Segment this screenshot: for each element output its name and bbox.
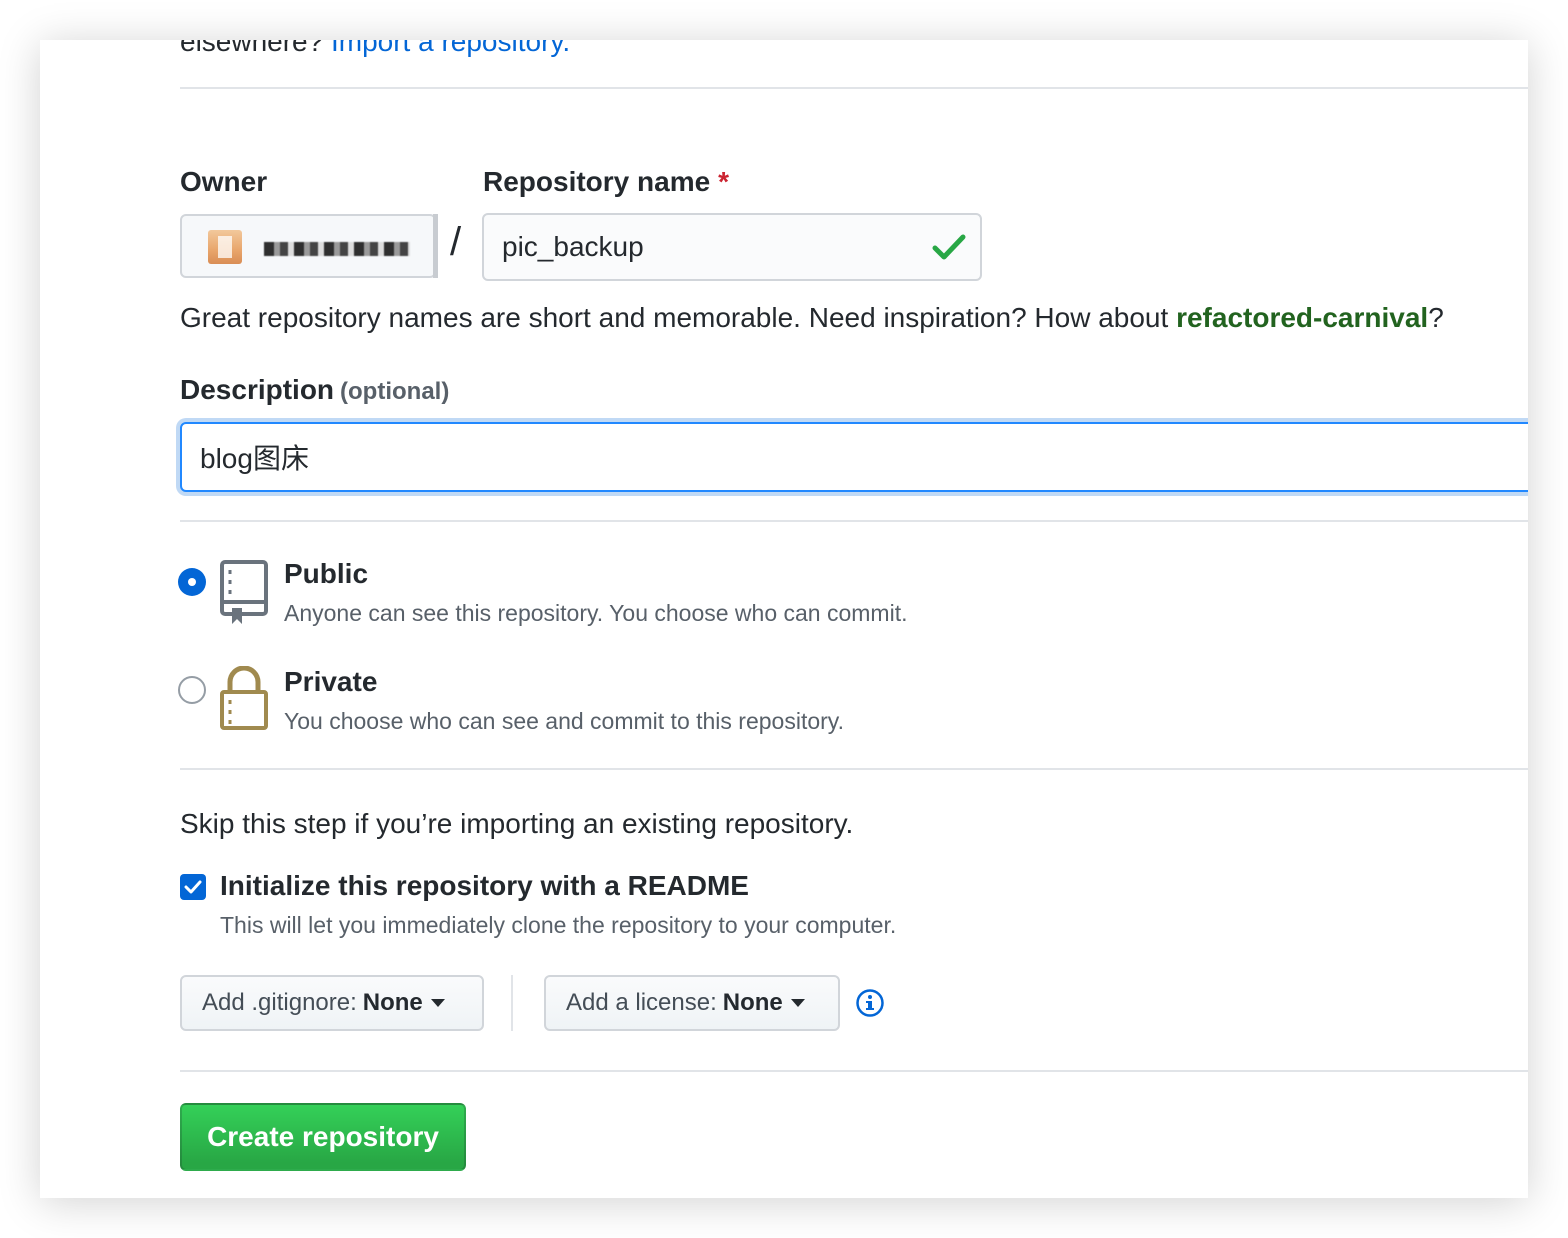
description-input[interactable] [180,422,1528,492]
repo-book-icon [220,560,268,624]
lock-icon [220,666,268,730]
gitignore-value: None [362,989,423,1016]
divider [180,768,1528,770]
owner-label: Owner [180,166,268,197]
license-prefix: Add a license: [566,989,717,1016]
owner-select[interactable] [180,214,436,278]
checkmark-icon [184,880,202,894]
owner-username-blurred [264,242,410,256]
description-label: Description (optional) [180,374,449,406]
license-value: None [722,989,783,1016]
repo-name-label-text: Repository name [483,166,711,197]
repo-name-label: Repository name * [483,166,729,198]
public-desc: Anyone can see this repository. You choo… [284,600,908,626]
new-repo-form-card: elsewhere? Import a repository. Owner Re… [40,40,1528,1198]
divider [180,87,1528,89]
repo-name-hint: Great repository names are short and mem… [180,302,1444,334]
private-desc: You choose who can see and commit to thi… [284,708,844,734]
public-radio[interactable] [178,568,206,596]
required-mark: * [718,166,730,197]
import-note: elsewhere? Import a repository. [180,40,570,58]
create-repository-button[interactable]: Create repository [180,1103,466,1171]
divider [180,520,1528,522]
avatar [208,230,242,264]
private-radio[interactable] [178,676,206,704]
name-suggestion-link[interactable]: refactored-carnival [1176,302,1428,333]
form-content: elsewhere? Import a repository. Owner Re… [178,40,1528,1198]
info-icon[interactable] [855,988,885,1018]
divider [180,1070,1528,1072]
optional-tag: (optional) [340,378,450,405]
caret-down-icon [790,999,805,1007]
public-title: Public [284,558,369,589]
license-select-button[interactable]: Add a license: None [544,975,840,1031]
import-note-prefix: elsewhere? [180,40,324,57]
repo-name-input[interactable] [482,213,982,281]
description-label-text: Description [180,374,335,405]
check-icon [932,234,966,260]
button-separator [511,975,513,1031]
private-title: Private [284,666,378,697]
skip-step-note: Skip this step if you’re importing an ex… [180,808,854,839]
gitignore-select-button[interactable]: Add .gitignore: None [180,975,484,1031]
hint-text: Great repository names are short and mem… [180,302,1177,333]
caret-down-icon [430,999,445,1007]
owner-repo-separator: / [450,220,462,264]
hint-suffix: ? [1428,302,1444,333]
owner-select-edge [433,214,438,278]
readme-checkbox[interactable] [180,874,206,900]
import-repository-link[interactable]: Import a repository. [331,40,570,57]
gitignore-prefix: Add .gitignore: [202,989,357,1016]
readme-label[interactable]: Initialize this repository with a README [220,870,749,902]
readme-desc: This will let you immediately clone the … [220,912,897,938]
